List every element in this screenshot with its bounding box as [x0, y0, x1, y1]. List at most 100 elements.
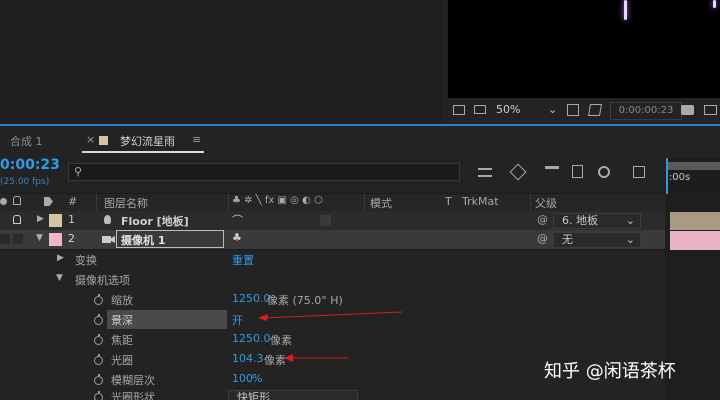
- transparency-grid-icon[interactable]: [587, 104, 603, 116]
- transform-reset-link[interactable]: 重置: [232, 252, 254, 268]
- work-area-bar[interactable]: [667, 162, 720, 170]
- col-divider: [530, 194, 531, 211]
- property-name: 焦距: [111, 334, 133, 347]
- property-row[interactable]: 光圈形状 快矩形: [0, 390, 665, 400]
- layer-label-color[interactable]: [49, 233, 62, 246]
- camera-options-group[interactable]: ▼ 摄像机选项: [0, 270, 665, 290]
- camera-options-label: 摄像机选项: [75, 274, 130, 287]
- camera-lens-icon: [111, 236, 115, 243]
- parent-select[interactable]: 无 ⌄: [553, 232, 641, 248]
- label-tag-icon: [44, 197, 53, 206]
- pickwhip-icon[interactable]: @: [537, 213, 548, 226]
- chevron-down-icon: ⌄: [625, 233, 635, 246]
- meteor-streak: [624, 0, 627, 20]
- tab-close-icon[interactable]: ×: [86, 133, 95, 146]
- zoom-value: 50%: [496, 103, 521, 116]
- motion-blur-icon[interactable]: [598, 166, 610, 178]
- draft-3d-icon[interactable]: [509, 163, 527, 181]
- annotation-arrows: [258, 311, 403, 362]
- stopwatch-icon[interactable]: [94, 294, 103, 305]
- parent-value: 6. 地板: [562, 214, 598, 227]
- time-ruler[interactable]: ):00s: [665, 158, 720, 194]
- shy-layers-icon[interactable]: [545, 166, 559, 178]
- region-of-interest-icon[interactable]: [567, 104, 579, 116]
- stopwatch-icon[interactable]: [94, 354, 103, 365]
- comp-mini-flowchart-icon[interactable]: [478, 168, 492, 177]
- fps-label: (25.00 fps): [0, 177, 50, 187]
- lock-box[interactable]: [13, 234, 23, 244]
- property-value[interactable]: 1250.0: [232, 292, 271, 305]
- snapshot-icon[interactable]: [453, 105, 465, 115]
- frame-blending-icon[interactable]: [572, 165, 583, 178]
- timeline-tab-bar: 合成 1 × 梦幻流星雨 ≡: [0, 126, 720, 154]
- video-switch-icon: [0, 198, 7, 205]
- layer-name[interactable]: Floor [地板]: [121, 213, 189, 229]
- layer-search-input[interactable]: ⚲: [68, 163, 460, 181]
- layer-row[interactable]: ▶ 1 Floor [地板] ⌒ @ 6. 地板 ⌄: [0, 211, 665, 231]
- solo-box[interactable]: [0, 234, 10, 244]
- property-value[interactable]: 100: [232, 372, 253, 385]
- expand-triangle-icon[interactable]: ▶: [57, 253, 64, 263]
- camera-icon: [102, 236, 111, 243]
- search-icon: ⚲: [74, 165, 83, 178]
- column-header: # 图层名称 ♣ ✲ ╲ fx ▣ ◎ ◐ ⬡ 模式 T TrkMat 父级: [0, 193, 665, 211]
- playhead[interactable]: [666, 158, 668, 194]
- stopwatch-icon[interactable]: [94, 334, 103, 345]
- collapse-triangle-icon[interactable]: ▼: [56, 273, 63, 283]
- col-index: #: [68, 195, 78, 208]
- ruler-label: ):00s: [665, 172, 691, 183]
- comp-color-swatch: [99, 136, 108, 145]
- layer-label-color[interactable]: [49, 214, 62, 227]
- expand-triangle-icon[interactable]: ▶: [37, 214, 44, 224]
- camera-snapshot-icon[interactable]: [681, 105, 694, 115]
- collapse-triangle-icon[interactable]: ▼: [36, 233, 43, 243]
- watermark: 知乎 @闲语茶杯: [544, 361, 676, 382]
- light-bulb-icon: [104, 215, 111, 224]
- layer-index: 2: [68, 232, 75, 245]
- property-name: 景深: [111, 314, 133, 327]
- col-trkmat: TrkMat: [462, 195, 499, 208]
- graph-editor-icon[interactable]: [633, 166, 645, 178]
- layer-name-field[interactable]: 摄像机 1: [116, 230, 224, 248]
- stopwatch-icon[interactable]: [94, 391, 103, 400]
- col-divider: [96, 194, 97, 211]
- layer-bar[interactable]: [670, 212, 720, 230]
- layer-name: 摄像机 1: [121, 234, 166, 247]
- project-panel: [0, 0, 442, 124]
- col-layer-name[interactable]: 图层名称: [104, 195, 148, 211]
- layer-row-selected[interactable]: ▼ 2 摄像机 1 ♣ @ 无 ⌄: [0, 230, 665, 250]
- current-time[interactable]: 0:00:23: [0, 157, 60, 173]
- tab-active-comp[interactable]: 梦幻流星雨: [120, 133, 175, 149]
- col-parent: 父级: [535, 197, 557, 210]
- layer-switch[interactable]: ♣: [232, 231, 242, 244]
- tab-menu-icon[interactable]: ≡: [192, 133, 201, 146]
- property-value: 快矩形: [237, 391, 270, 400]
- layer-bar-selected[interactable]: [670, 231, 720, 250]
- layer-switch[interactable]: ⌒: [232, 212, 243, 228]
- property-name: 光圈: [111, 354, 133, 367]
- stopwatch-icon[interactable]: [94, 374, 103, 385]
- property-name: 缩放: [111, 294, 133, 307]
- lock-icon[interactable]: [13, 215, 21, 224]
- aperture-shape-select[interactable]: 快矩形: [228, 390, 358, 400]
- parent-select[interactable]: 6. 地板 ⌄: [553, 213, 641, 229]
- transform-group[interactable]: ▶ 变换 重置: [0, 250, 665, 270]
- switch-box[interactable]: [320, 215, 331, 226]
- show-snapshot-icon[interactable]: [704, 105, 717, 115]
- pickwhip-icon[interactable]: @: [537, 232, 548, 245]
- meteor-streak: [713, 0, 716, 8]
- monitor-icon[interactable]: [474, 105, 486, 114]
- viewer-toolbar: 50% ⌄ 0:00:00:23: [448, 98, 720, 124]
- tab-comp-1[interactable]: 合成 1: [10, 133, 43, 149]
- col-t: T: [445, 195, 452, 208]
- lock-icon: [13, 196, 21, 205]
- composition-viewer[interactable]: [448, 0, 720, 98]
- col-switches: ♣ ✲ ╲ fx ▣ ◎ ◐ ⬡: [232, 195, 323, 206]
- active-tab-underline: [82, 151, 204, 153]
- stopwatch-icon[interactable]: [94, 314, 103, 325]
- annotation-arrowhead: [284, 354, 293, 362]
- col-divider: [228, 194, 229, 211]
- zoom-select[interactable]: 50% ⌄: [496, 103, 558, 119]
- viewer-timecode[interactable]: 0:00:00:23: [610, 102, 682, 120]
- property-name: 模糊层次: [111, 374, 155, 387]
